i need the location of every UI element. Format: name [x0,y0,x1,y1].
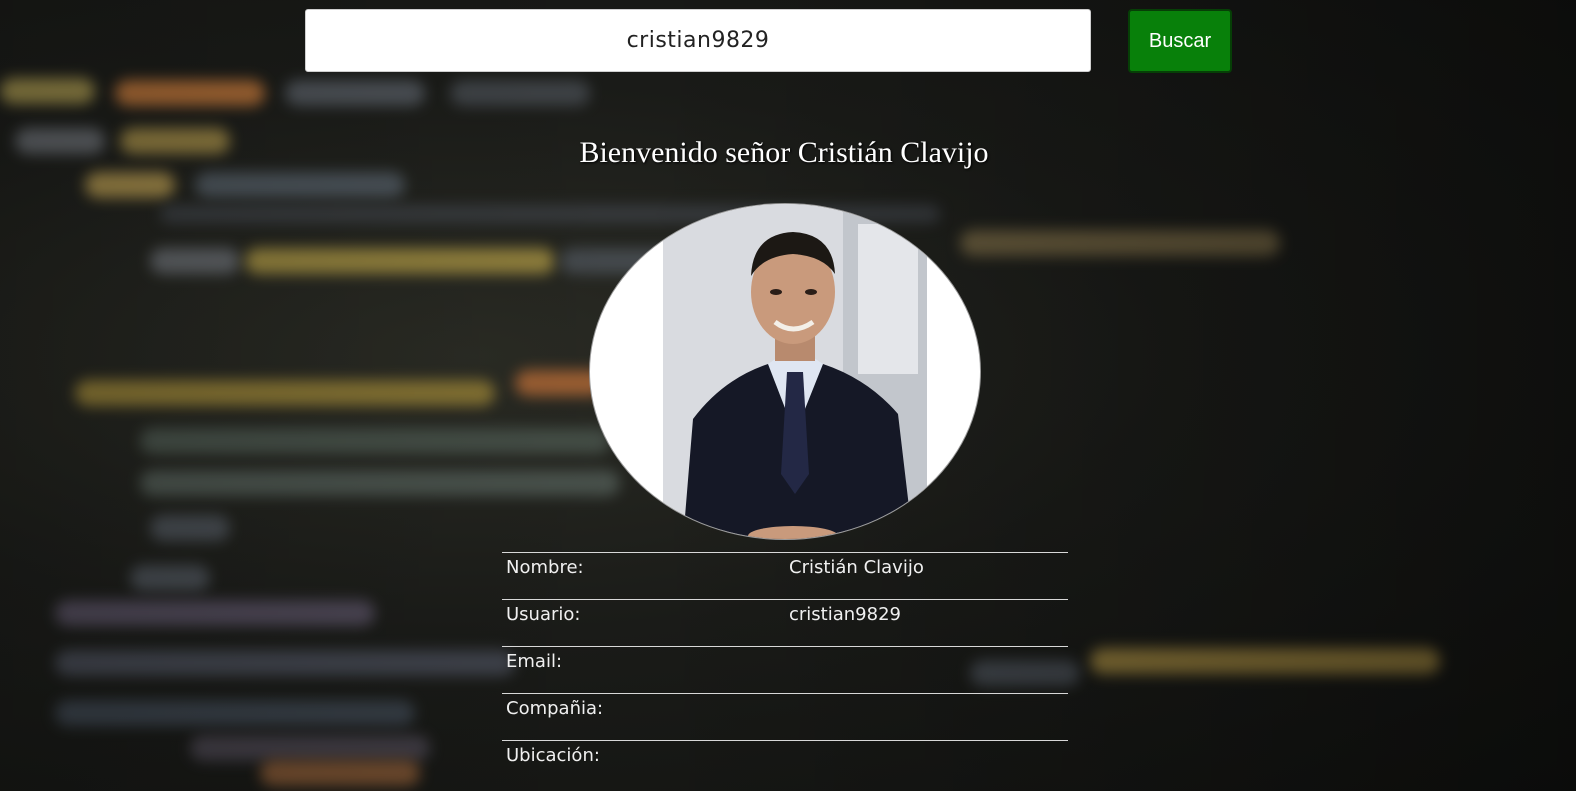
profile-row-company: Compañia: [502,693,1068,740]
search-input[interactable] [306,9,1090,72]
user-value: cristian9829 [789,604,901,625]
name-label: Nombre: [506,557,584,578]
search-input-container[interactable] [305,9,1091,72]
name-value: Cristián Clavijo [789,557,924,578]
avatar [589,203,981,540]
search-button[interactable]: Buscar [1128,9,1232,73]
company-label: Compañia: [506,698,604,719]
welcome-heading: Bienvenido señor Cristián Clavijo [579,136,989,169]
email-label: Email: [506,651,563,672]
profile-info-table: Nombre: Cristián Clavijo Usuario: cristi… [502,552,1068,787]
profile-photo [663,204,927,539]
location-label: Ubicación: [506,745,600,766]
user-label: Usuario: [506,604,581,625]
profile-row-email: Email: [502,646,1068,693]
profile-row-user: Usuario: cristian9829 [502,599,1068,646]
profile-row-location: Ubicación: [502,740,1068,787]
profile-row-name: Nombre: Cristián Clavijo [502,552,1068,599]
